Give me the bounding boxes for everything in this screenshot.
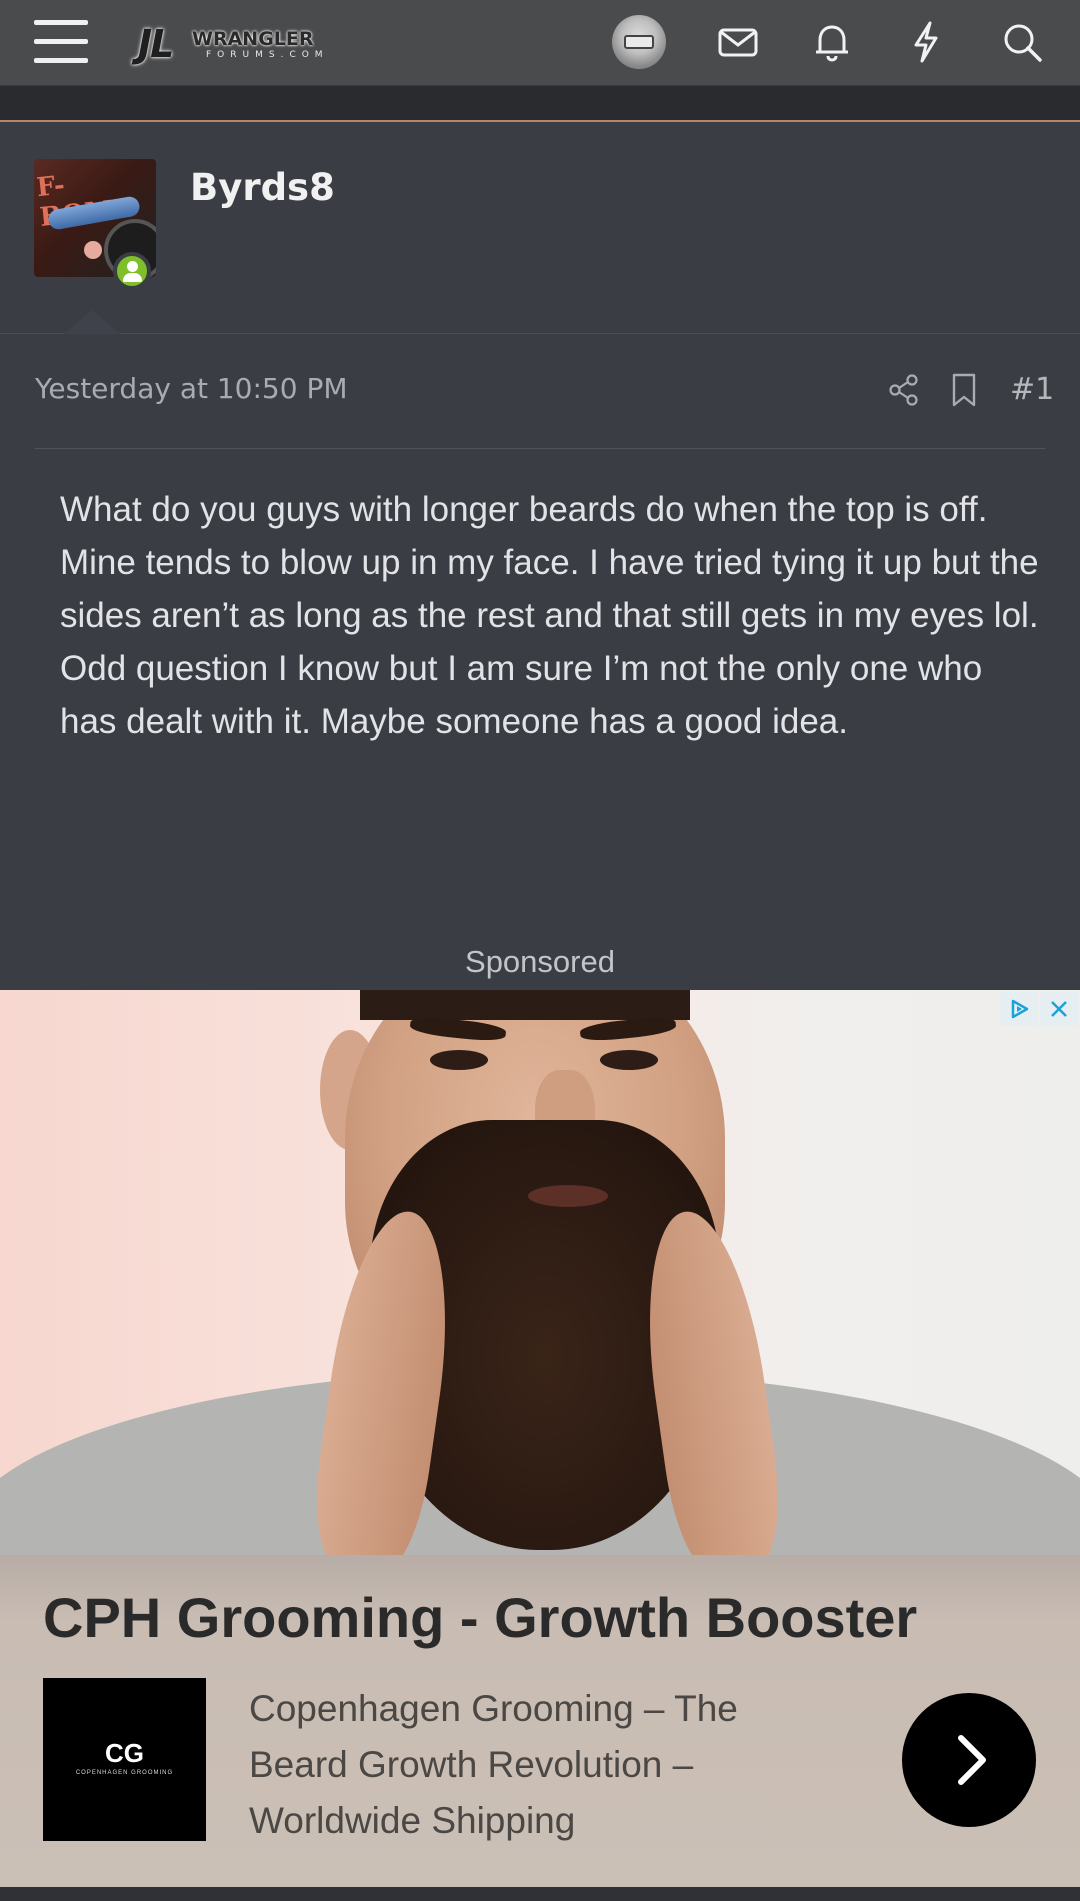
bottom-strip [0,1887,1080,1901]
author-username[interactable]: Byrds8 [190,166,335,209]
search-icon[interactable] [998,18,1046,66]
post-timestamp[interactable]: Yesterday at 10:50 PM [35,372,348,405]
site-logo[interactable]: JL WRANGLER FORUMS.COM [130,12,370,72]
author-caret [64,310,120,334]
ad-info-panel[interactable]: CPH Grooming - Growth Booster CG COPENHA… [0,1555,1080,1887]
logo-wordmark: WRANGLER [192,28,314,50]
sponsored-label: Sponsored [465,944,615,979]
post-number-link[interactable]: #1 [1010,372,1054,407]
bell-icon[interactable] [808,18,856,66]
post-author-header: F-BOMB Byrds8 [0,124,1080,334]
ad-image[interactable] [0,990,1080,1555]
post-body: What do you guys with longer beards do w… [60,490,1039,741]
advertiser-logo-subtext: COPENHAGEN GROOMING [75,1770,174,1776]
adchoices-icon[interactable] [1000,992,1038,1026]
ad-description[interactable]: Copenhagen Grooming – The Beard Growth R… [249,1681,809,1849]
lightning-icon[interactable] [902,18,950,66]
logo-subtext: FORUMS.COM [206,50,329,60]
chevron-right-icon [958,1735,986,1785]
bookmark-icon[interactable] [948,372,980,413]
mail-icon[interactable] [714,18,762,66]
online-status-icon [113,252,151,290]
user-avatar-button[interactable] [612,15,666,69]
advertiser-logo-initials: CG [105,1738,144,1768]
logo-jl-text: JL [138,22,174,66]
ad-title[interactable]: CPH Grooming - Growth Booster [43,1585,917,1650]
menu-icon[interactable] [34,20,88,64]
header-divider-strip [0,86,1080,122]
top-navigation-bar: JL WRANGLER FORUMS.COM [0,0,1080,86]
sponsored-ad[interactable]: CPH Grooming - Growth Booster CG COPENHA… [0,990,1080,1887]
ad-close-icon[interactable] [1040,992,1078,1026]
share-icon[interactable] [886,372,922,413]
advertiser-logo[interactable]: CG COPENHAGEN GROOMING [43,1678,206,1841]
post-divider [35,448,1045,449]
ad-open-button[interactable] [902,1693,1036,1827]
